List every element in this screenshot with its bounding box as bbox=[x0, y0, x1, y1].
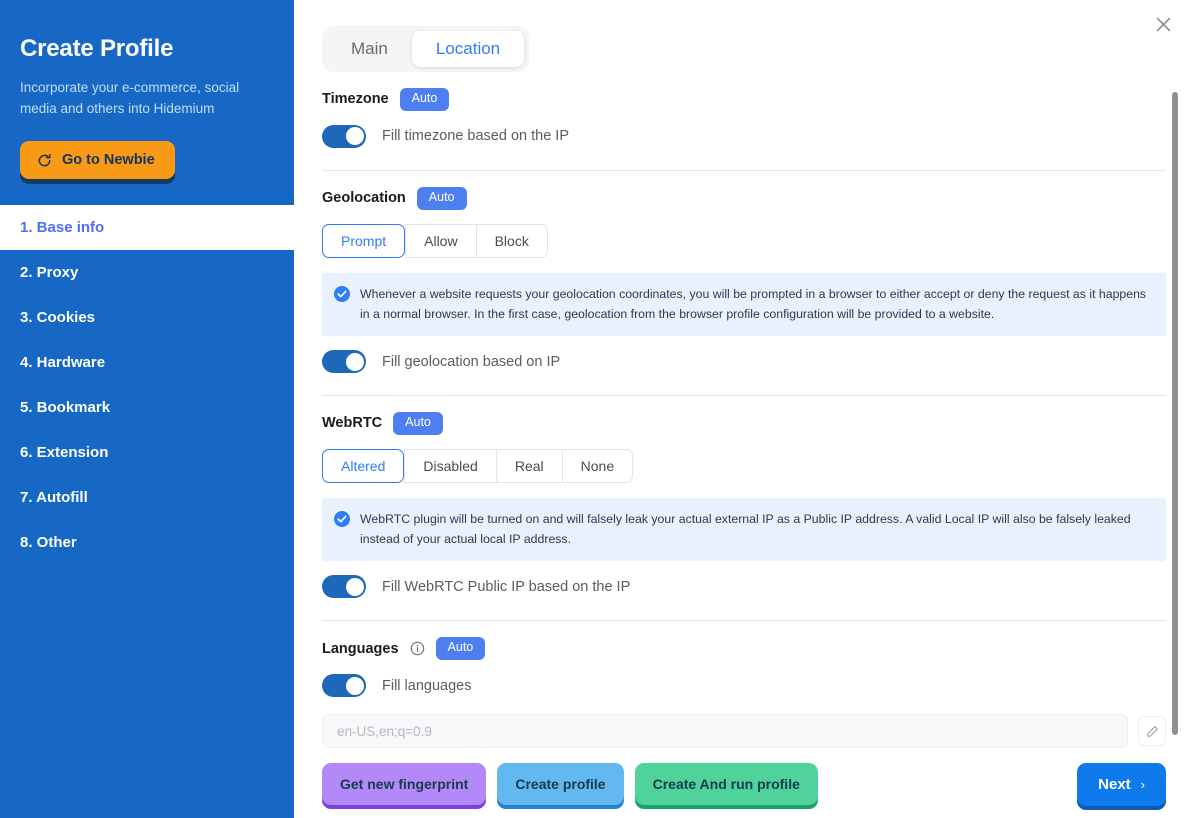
content-scrollbar[interactable] bbox=[1172, 92, 1178, 735]
languages-auto-badge[interactable]: Auto bbox=[435, 637, 486, 661]
sidebar-item-hardware[interactable]: 4. Hardware bbox=[0, 340, 294, 385]
get-new-fingerprint-button[interactable]: Get new fingerprint bbox=[322, 763, 487, 805]
sidebar-item-autofill[interactable]: 7. Autofill bbox=[0, 475, 294, 520]
next-label: Next bbox=[1098, 775, 1131, 793]
geolocation-segmented-control: Prompt Allow Block bbox=[322, 223, 548, 258]
webrtc-label: WebRTC bbox=[322, 415, 383, 432]
webrtc-info-banner: WebRTC plugin will be turned on and will… bbox=[322, 497, 1166, 562]
toggle-knob bbox=[345, 577, 364, 596]
sidebar-item-other[interactable]: 8. Other bbox=[0, 520, 294, 565]
geolocation-toggle-row: Fill geolocation based on IP bbox=[322, 350, 1166, 374]
geolocation-banner-text: Whenever a website requests your geoloca… bbox=[360, 286, 1147, 321]
geolocation-fill-toggle[interactable] bbox=[322, 350, 366, 374]
geolocation-toggle-label: Fill geolocation based on IP bbox=[382, 353, 561, 370]
toggle-knob bbox=[345, 352, 364, 371]
timezone-toggle-row: Fill timezone based on the IP bbox=[322, 124, 1166, 148]
webrtc-option-none[interactable]: None bbox=[561, 448, 634, 483]
settings-content: Main Location Timezone Auto Fill timezon… bbox=[294, 0, 1190, 750]
create-profile-dialog: Create Profile Incorporate your e-commer… bbox=[0, 0, 1190, 818]
sidebar-item-label: 4. Hardware bbox=[20, 354, 106, 372]
tab-main[interactable]: Main bbox=[327, 31, 412, 67]
timezone-fill-toggle[interactable] bbox=[322, 124, 366, 148]
webrtc-option-altered[interactable]: Altered bbox=[322, 448, 405, 483]
section-geolocation: Geolocation Auto Prompt Allow Block When… bbox=[322, 171, 1166, 374]
newbie-button-wrap: Go to Newbie bbox=[20, 141, 274, 201]
sidebar-header: Create Profile Incorporate your e-commer… bbox=[0, 0, 294, 201]
languages-toggle-label: Fill languages bbox=[382, 677, 472, 694]
main-panel: Main Location Timezone Auto Fill timezon… bbox=[294, 0, 1190, 818]
next-button[interactable]: Next › bbox=[1077, 762, 1166, 806]
webrtc-auto-badge[interactable]: Auto bbox=[393, 412, 443, 435]
sidebar-item-extension[interactable]: 6. Extension bbox=[0, 430, 294, 475]
go-to-newbie-label: Go to Newbie bbox=[62, 152, 155, 169]
sidebar-item-bookmark[interactable]: 5. Bookmark bbox=[0, 385, 294, 430]
geolocation-info-banner: Whenever a website requests your geoloca… bbox=[322, 272, 1166, 337]
timezone-auto-badge[interactable]: Auto bbox=[399, 88, 450, 111]
tab-bar: Main Location bbox=[322, 26, 530, 72]
section-webrtc: WebRTC Auto Altered Disabled Real None W… bbox=[322, 396, 1166, 599]
section-timezone: Timezone Auto Fill timezone based on the… bbox=[322, 72, 1166, 148]
sidebar-item-label: 6. Extension bbox=[20, 444, 109, 462]
create-and-run-profile-button[interactable]: Create And run profile bbox=[634, 763, 818, 805]
sidebar-item-label: 3. Cookies bbox=[20, 309, 96, 327]
pencil-icon bbox=[1146, 725, 1159, 738]
webrtc-fill-toggle[interactable] bbox=[322, 575, 366, 599]
timezone-toggle-label: Fill timezone based on the IP bbox=[382, 128, 569, 145]
geolocation-header: Geolocation Auto bbox=[322, 186, 1166, 210]
sidebar-subtitle: Incorporate your e-commerce, social medi… bbox=[20, 80, 240, 117]
tab-location[interactable]: Location bbox=[411, 31, 525, 67]
sidebar-nav: 1. Base info 2. Proxy 3. Cookies 4. Hard… bbox=[0, 205, 294, 565]
sidebar: Create Profile Incorporate your e-commer… bbox=[0, 0, 294, 818]
languages-input-row: en-US,en;q=0.9 bbox=[322, 714, 1166, 749]
webrtc-option-disabled[interactable]: Disabled bbox=[404, 448, 496, 483]
check-circle-icon bbox=[334, 510, 350, 527]
webrtc-toggle-label: Fill WebRTC Public IP based on the IP bbox=[382, 578, 631, 595]
chevron-right-icon: › bbox=[1140, 776, 1145, 792]
webrtc-option-real[interactable]: Real bbox=[495, 448, 562, 483]
webrtc-header: WebRTC Auto bbox=[322, 412, 1166, 435]
create-profile-button[interactable]: Create profile bbox=[497, 763, 624, 805]
close-icon[interactable] bbox=[1150, 11, 1176, 37]
edit-languages-button[interactable] bbox=[1138, 716, 1166, 747]
geolocation-auto-badge[interactable]: Auto bbox=[416, 186, 467, 210]
timezone-header: Timezone Auto bbox=[322, 88, 1166, 111]
webrtc-segmented-control: Altered Disabled Real None bbox=[322, 448, 634, 483]
sidebar-item-label: 1. Base info bbox=[20, 219, 105, 237]
geolocation-option-block[interactable]: Block bbox=[475, 223, 548, 258]
info-icon[interactable] bbox=[410, 641, 425, 656]
languages-header: Languages Auto bbox=[322, 637, 1166, 661]
sidebar-item-label: 5. Bookmark bbox=[20, 399, 111, 417]
webrtc-banner-text: WebRTC plugin will be turned on and will… bbox=[360, 511, 1131, 547]
languages-toggle-row: Fill languages bbox=[322, 674, 1166, 698]
geolocation-option-allow[interactable]: Allow bbox=[405, 223, 476, 258]
languages-input[interactable]: en-US,en;q=0.9 bbox=[322, 714, 1128, 749]
check-circle-icon bbox=[334, 285, 350, 302]
go-to-newbie-button[interactable]: Go to Newbie bbox=[20, 141, 175, 180]
sidebar-item-base-info[interactable]: 1. Base info bbox=[0, 205, 294, 251]
toggle-knob bbox=[345, 127, 364, 146]
sidebar-item-label: 7. Autofill bbox=[20, 489, 88, 507]
refresh-icon bbox=[37, 153, 52, 168]
section-languages: Languages Auto Fill languages en-US,en;q… bbox=[322, 621, 1166, 749]
sidebar-item-label: 8. Other bbox=[20, 534, 77, 552]
geolocation-label: Geolocation bbox=[322, 190, 406, 207]
toggle-knob bbox=[345, 676, 364, 695]
languages-fill-toggle[interactable] bbox=[322, 674, 366, 698]
page-title: Create Profile bbox=[20, 35, 174, 62]
sidebar-item-cookies[interactable]: 3. Cookies bbox=[0, 295, 294, 340]
languages-label: Languages bbox=[322, 640, 399, 657]
timezone-label: Timezone bbox=[322, 91, 389, 108]
sidebar-item-label: 2. Proxy bbox=[20, 264, 79, 282]
footer-bar: Get new fingerprint Create profile Creat… bbox=[294, 750, 1190, 818]
webrtc-toggle-row: Fill WebRTC Public IP based on the IP bbox=[322, 575, 1166, 599]
sidebar-item-proxy[interactable]: 2. Proxy bbox=[0, 250, 294, 295]
geolocation-option-prompt[interactable]: Prompt bbox=[322, 223, 406, 258]
